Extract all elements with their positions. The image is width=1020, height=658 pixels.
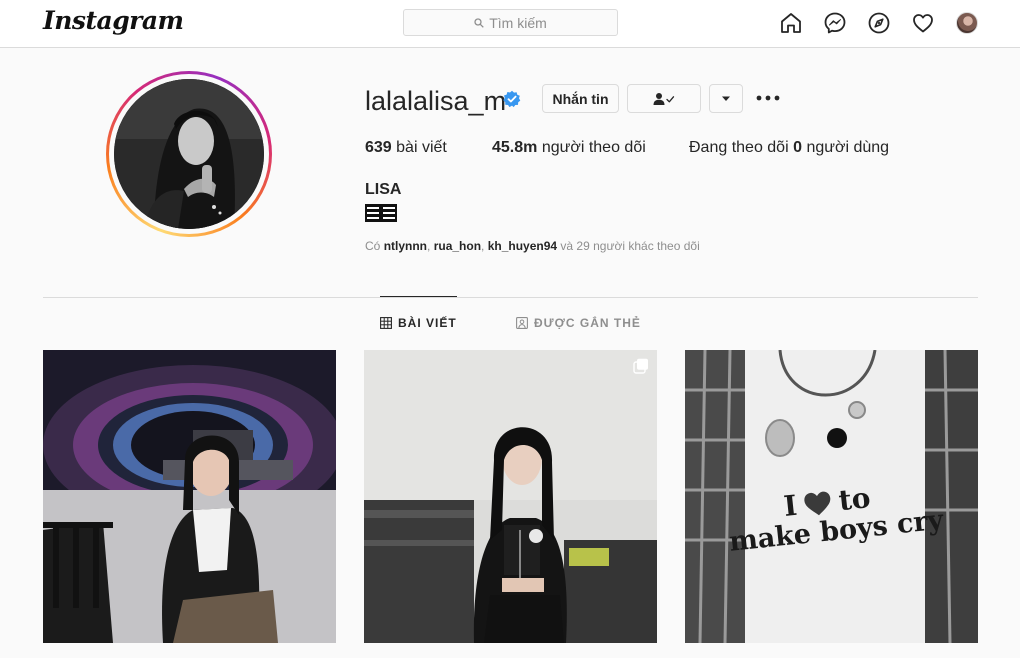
tab-tagged-label: ĐƯỢC GẮN THẺ [534,316,641,330]
messenger-icon[interactable] [822,11,848,35]
followed-by-user[interactable]: kh_huyen94 [488,239,557,253]
following-status-button[interactable] [627,84,701,113]
profile-avatar-nav[interactable] [956,12,978,34]
bio-emoji-icon [365,204,397,222]
tab-tagged[interactable]: ĐƯỢC GẮN THẺ [516,316,641,330]
instagram-logo[interactable]: Instagram [43,6,184,35]
more-options-button[interactable] [756,92,780,104]
profile-avatar-ring[interactable] [106,71,272,237]
caret-down-icon [722,96,730,101]
grid-icon [380,317,392,329]
shirt-text-i: I [782,488,799,523]
suggestions-dropdown-button[interactable] [709,84,743,113]
followers-label: người theo dõi [541,139,646,156]
search-input[interactable]: Tìm kiếm [403,9,618,36]
profile-username: lalalalisa_m [365,86,507,116]
search-placeholder: Tìm kiếm [489,14,547,31]
followers-count: 45.8m [492,139,538,156]
tab-posts-label: BÀI VIẾT [398,316,457,330]
verified-badge-icon [503,90,521,108]
shirt-text-to: to [836,481,872,518]
following-label: người dùng [806,139,890,156]
followed-by-prefix: Có [365,239,381,253]
avatar-photo [114,79,264,229]
followed-by-user[interactable]: rua_hon [434,239,481,253]
active-tab-indicator [380,296,457,297]
post-thumbnail-3[interactable]: I to make boys cry [685,350,978,643]
post-image-2 [364,350,657,643]
followed-by-text[interactable]: Có ntlynnn, rua_hon, kh_huyen94 và 29 ng… [365,239,700,253]
multiple-photos-icon [633,358,648,374]
posts-count-stat: 639 bài viết [365,139,447,157]
followed-by-suffix: và 29 người khác theo dõi [560,239,700,253]
tagged-user-icon [516,317,528,329]
heart-print-icon [804,491,831,516]
posts-label: bài viết [396,139,447,156]
followed-by-user[interactable]: ntlynnn [384,239,427,253]
user-check-icon [653,92,675,105]
explore-icon[interactable] [866,11,892,35]
heart-icon[interactable] [910,11,936,35]
profile-avatar[interactable] [114,79,264,229]
message-button[interactable]: Nhắn tin [542,84,619,113]
post-thumbnail-2[interactable] [364,350,657,643]
following-count: 0 [793,139,802,156]
tabs-divider [43,297,978,298]
tab-posts[interactable]: BÀI VIẾT [380,316,457,330]
more-icon [756,95,780,101]
post-thumbnail-1[interactable] [43,350,336,643]
posts-count: 639 [365,139,392,156]
followers-stat[interactable]: 45.8m người theo dõi [492,139,646,157]
post-image-1 [43,350,336,643]
search-icon [474,17,484,28]
home-icon[interactable] [778,11,804,35]
profile-full-name: LISA [365,181,402,198]
following-prefix: Đang theo dõi [689,139,789,156]
following-stat[interactable]: Đang theo dõi 0 người dùng [689,139,889,157]
top-navigation-bar: Instagram Tìm kiếm [0,0,1020,48]
